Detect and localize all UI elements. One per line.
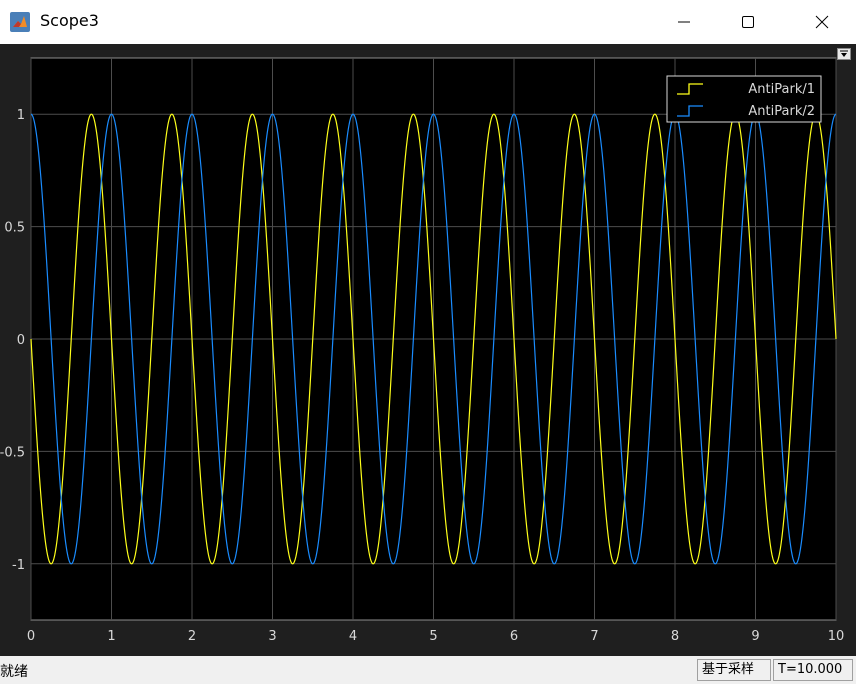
y-tick-label: -0.5 [0,445,25,460]
x-tick-label: 1 [107,629,115,644]
x-tick-label: 6 [510,629,518,644]
window-title: Scope3 [40,11,99,30]
x-tick-label: 3 [268,629,276,644]
x-tick-label: 7 [590,629,598,644]
arrow-down-icon [840,50,848,57]
x-tick-label: 2 [188,629,196,644]
undock-button[interactable] [837,48,851,60]
y-tick-label: -1 [12,558,25,573]
x-tick-label: 8 [671,629,679,644]
title-bar[interactable]: Scope3 [0,0,856,44]
close-icon [815,15,829,29]
y-tick-label: 1 [17,108,25,123]
x-tick-label: 0 [27,629,35,644]
sample-mode-indicator: 基于采样 [697,659,771,681]
x-tick-label: 9 [751,629,759,644]
scope-window: Scope3 0 1 2 3 4 5 6 7 8 9 10 1 0.5 0 -0.5 -1 AntiPark/1… [0,0,856,684]
sim-time-indicator: T=10.000 [773,659,853,681]
x-tick-label: 5 [429,629,437,644]
scope-plot[interactable]: 0 1 2 3 4 5 6 7 8 9 10 1 0.5 0 -0.5 -1 AntiPark/1 AntiPar… [0,44,856,656]
legend-entry: AntiPark/2 [748,104,815,119]
maximize-icon [742,16,754,28]
x-tick-label: 4 [349,629,357,644]
y-tick-label: 0 [17,333,25,348]
close-button[interactable] [788,0,856,44]
maximize-button[interactable] [714,0,782,44]
minimize-button[interactable] [650,0,718,44]
status-state: 就绪 [0,664,28,680]
minimize-icon [678,21,690,23]
legend-entry: AntiPark/1 [748,82,815,97]
matlab-icon [10,12,30,32]
x-tick-label: 10 [828,629,845,644]
y-tick-label: 0.5 [4,221,25,236]
